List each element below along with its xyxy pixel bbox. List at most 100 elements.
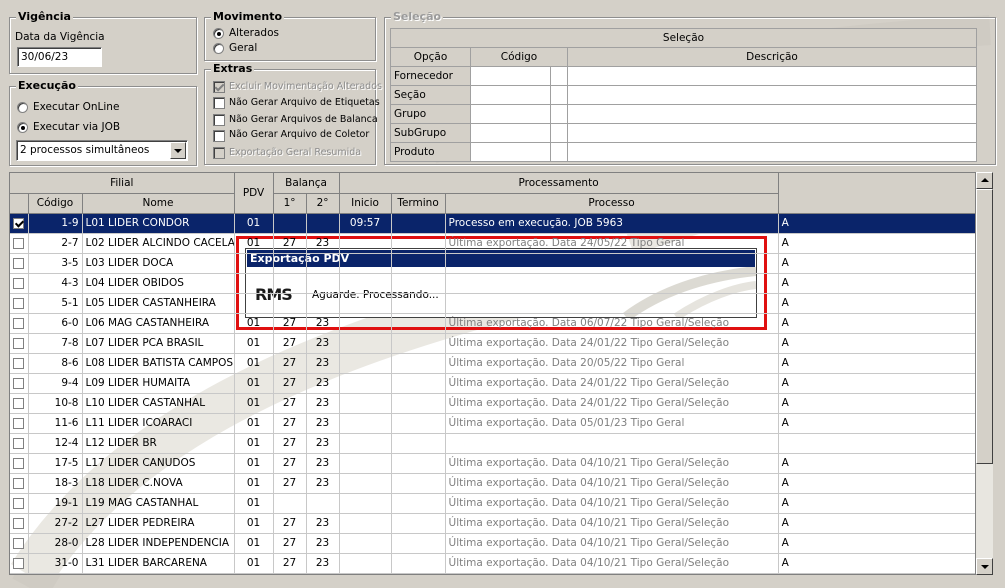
- cell-balanca-1: 27: [273, 233, 307, 254]
- cell-check[interactable]: [10, 233, 29, 254]
- row-checkbox[interactable]: [13, 297, 25, 309]
- table-row[interactable]: 11-6 L11 LIDER ICOARACI 01 27 23 Última expor…: [10, 413, 975, 434]
- row-checkbox[interactable]: [13, 417, 25, 429]
- row-checkbox[interactable]: [13, 377, 25, 389]
- fornecedor-codigo[interactable]: [470, 66, 551, 86]
- secao-codigo[interactable]: [470, 85, 551, 105]
- cell-check[interactable]: [10, 213, 29, 234]
- vigencia-date-field[interactable]: 30/06/23: [17, 47, 102, 67]
- row-checkbox[interactable]: [13, 217, 25, 229]
- table-row[interactable]: 1-9 L01 LIDER CONDOR 01 09:57 Processo em ex…: [10, 213, 975, 234]
- row-checkbox[interactable]: [13, 337, 25, 349]
- table-row[interactable]: 9-4 L09 LIDER HUMAITA 01 27 23 Última exporta…: [10, 373, 975, 394]
- table-row[interactable]: 10-8 L10 LIDER CASTANHAL 01 27 23 Última expo…: [10, 393, 975, 414]
- produto-spacer[interactable]: [550, 142, 568, 162]
- checkbox-nao-gerar-balanca-label[interactable]: Não Gerar Arquivos de Balanca: [229, 114, 378, 125]
- row-checkbox[interactable]: [13, 497, 25, 509]
- row-checkbox[interactable]: [13, 537, 25, 549]
- subgrupo-descricao[interactable]: [567, 123, 977, 143]
- grupo-codigo[interactable]: [470, 104, 551, 124]
- cell-check[interactable]: [10, 453, 29, 474]
- cell-check[interactable]: [10, 273, 29, 294]
- grid-vertical-scrollbar[interactable]: [976, 172, 993, 575]
- col-codigo[interactable]: Código: [28, 193, 83, 214]
- row-checkbox[interactable]: [13, 237, 25, 249]
- filial-grid[interactable]: Filial PDV Balança Processamento Código …: [9, 172, 976, 575]
- produto-descricao[interactable]: [567, 142, 977, 162]
- radio-alterados-label[interactable]: Alterados: [229, 27, 279, 39]
- col-processo[interactable]: Processo: [445, 193, 779, 214]
- table-row[interactable]: 7-8 L07 LIDER PCA BRASIL 01 27 23 Última expo…: [10, 333, 975, 354]
- fornecedor-descricao[interactable]: [567, 66, 977, 86]
- table-row[interactable]: 6-0 L06 MAG CASTANHEIRA 01 27 23 Última expor…: [10, 313, 975, 334]
- scroll-down-arrow-icon[interactable]: [976, 558, 993, 575]
- table-row[interactable]: 17-5 L17 LIDER CANUDOS 01 27 23 Última export…: [10, 453, 975, 474]
- checkbox-nao-gerar-etiquetas[interactable]: [213, 97, 225, 109]
- cell-check[interactable]: [10, 493, 29, 514]
- cell-check[interactable]: [10, 373, 29, 394]
- chevron-down-icon[interactable]: [170, 142, 186, 159]
- secao-descricao[interactable]: [567, 85, 977, 105]
- row-checkbox[interactable]: [13, 397, 25, 409]
- checkbox-nao-gerar-etiquetas-label[interactable]: Não Gerar Arquivo de Etiquetas: [229, 97, 380, 108]
- radio-alterados[interactable]: [213, 28, 224, 39]
- checkbox-nao-gerar-coletor-label[interactable]: Não Gerar Arquivo de Coletor: [229, 129, 369, 140]
- cell-check[interactable]: [10, 533, 29, 554]
- col-termino[interactable]: Termino: [391, 193, 446, 214]
- table-row[interactable]: 27-2 L27 LIDER PEDREIRA 01 27 23 Última expor…: [10, 513, 975, 534]
- row-checkbox[interactable]: [13, 317, 25, 329]
- row-checkbox[interactable]: [13, 277, 25, 289]
- fornecedor-spacer[interactable]: [550, 66, 568, 86]
- col-pdv[interactable]: PDV: [234, 173, 274, 214]
- radio-executar-online-label[interactable]: Executar OnLine: [33, 101, 119, 113]
- table-row[interactable]: 4-3 L04 LIDER OBIDOS A: [10, 273, 975, 294]
- table-row[interactable]: 3-5 L03 LIDER DOCA A: [10, 253, 975, 274]
- col-nome[interactable]: Nome: [82, 193, 235, 214]
- radio-executar-online[interactable]: [17, 102, 28, 113]
- radio-executar-via-job[interactable]: [17, 122, 28, 133]
- cell-check[interactable]: [10, 513, 29, 534]
- row-checkbox[interactable]: [13, 477, 25, 489]
- cell-check[interactable]: [10, 553, 29, 574]
- col-balanca-1[interactable]: 1°: [273, 193, 307, 214]
- checkbox-nao-gerar-balanca[interactable]: [213, 114, 225, 126]
- table-row[interactable]: 8-6 L08 LIDER BATISTA CAMPOS 01 27 23 Última …: [10, 353, 975, 374]
- cell-check[interactable]: [10, 473, 29, 494]
- row-checkbox[interactable]: [13, 357, 25, 369]
- row-checkbox[interactable]: [13, 257, 25, 269]
- col-inicio[interactable]: Inicio: [339, 193, 392, 214]
- checkbox-nao-gerar-coletor[interactable]: [213, 130, 225, 142]
- grupo-descricao[interactable]: [567, 104, 977, 124]
- row-checkbox[interactable]: [13, 557, 25, 569]
- scrollbar-thumb[interactable]: [976, 189, 993, 464]
- row-checkbox[interactable]: [13, 517, 25, 529]
- table-row[interactable]: 12-4 L12 LIDER BR 01 27 23: [10, 433, 975, 454]
- grupo-spacer[interactable]: [550, 104, 568, 124]
- radio-executar-via-job-label[interactable]: Executar via JOB: [33, 121, 120, 133]
- radio-geral[interactable]: [213, 43, 224, 54]
- table-row[interactable]: 18-3 L18 LIDER C.NOVA 01 27 23 Última exporta…: [10, 473, 975, 494]
- cell-check[interactable]: [10, 393, 29, 414]
- table-row[interactable]: 2-7 L02 LIDER ALCINDO CACELA 01 27 23 Última …: [10, 233, 975, 254]
- cell-check[interactable]: [10, 433, 29, 454]
- row-checkbox[interactable]: [13, 437, 25, 449]
- produto-codigo[interactable]: [470, 142, 551, 162]
- table-row[interactable]: 28-0 L28 LIDER INDEPENDENCIA 01 27 23 Última …: [10, 533, 975, 554]
- cell-check[interactable]: [10, 353, 29, 374]
- subgrupo-codigo[interactable]: [470, 123, 551, 143]
- cell-check[interactable]: [10, 293, 29, 314]
- secao-spacer[interactable]: [550, 85, 568, 105]
- table-row[interactable]: 5-1 L05 LIDER CASTANHEIRA A: [10, 293, 975, 314]
- radio-geral-label[interactable]: Geral: [229, 42, 257, 54]
- col-balanca-2[interactable]: 2°: [306, 193, 340, 214]
- cell-check[interactable]: [10, 253, 29, 274]
- cell-check[interactable]: [10, 313, 29, 334]
- subgrupo-spacer[interactable]: [550, 123, 568, 143]
- table-row[interactable]: 19-1 L19 MAG CASTANHAL 01 Última exportação…: [10, 493, 975, 514]
- scroll-up-arrow-icon[interactable]: [976, 172, 993, 189]
- row-checkbox[interactable]: [13, 457, 25, 469]
- cell-check[interactable]: [10, 413, 29, 434]
- cell-check[interactable]: [10, 333, 29, 354]
- processos-combo[interactable]: 2 processos simultâneos: [16, 140, 188, 161]
- table-row[interactable]: 31-0 L31 LIDER BARCARENA 01 27 23 Última expo…: [10, 553, 975, 574]
